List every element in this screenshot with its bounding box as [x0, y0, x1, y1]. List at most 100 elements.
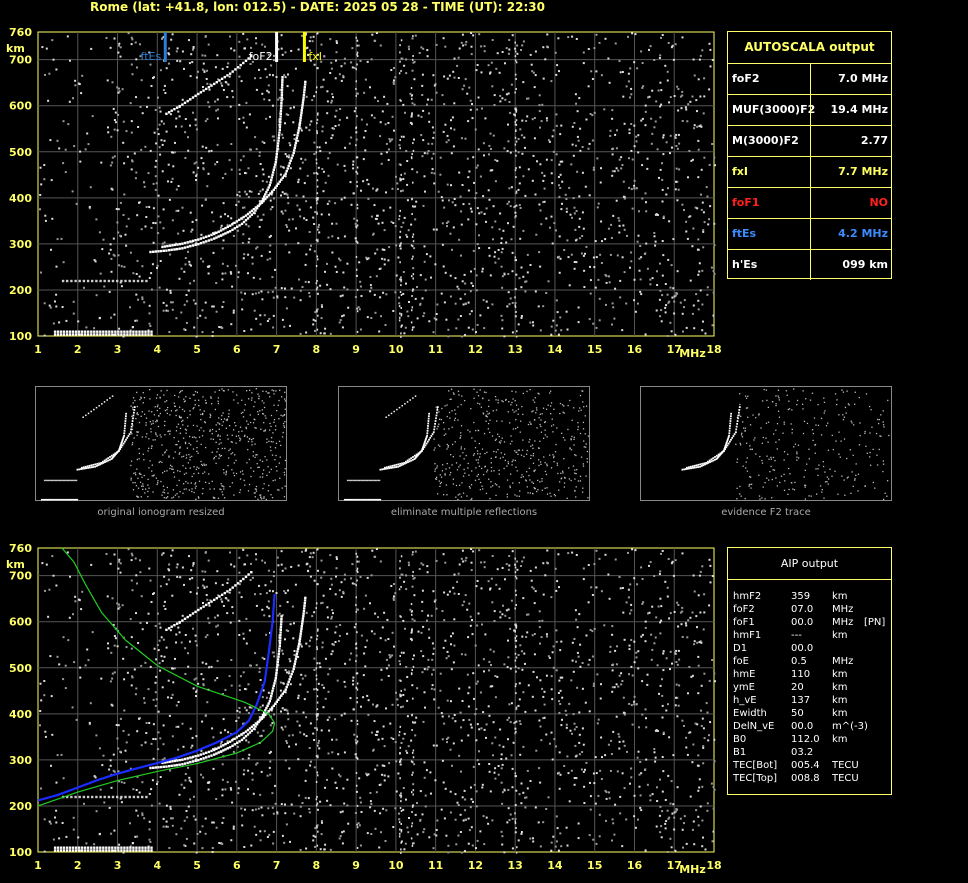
- aip-value: 005.4: [791, 760, 820, 771]
- x-tick-label: 12: [468, 859, 483, 872]
- aip-key: hmF2: [733, 591, 762, 602]
- autoscala-value: 19.4 MHz: [830, 103, 888, 116]
- aip-row: foE 0.5 MHz: [733, 655, 891, 668]
- x-tick-label: 5: [193, 859, 201, 872]
- ionogram-aip-chart: 1 2 3 4 5 6 7 8 9 10 11 12 13 14 15 16 17 181002003004005…: [6, 542, 722, 876]
- x-tick-label: 1: [34, 859, 42, 872]
- aip-value: 008.8: [791, 773, 820, 784]
- x-tick-label: 11: [428, 343, 443, 356]
- aip-row: TEC[Top] 008.8 TECU: [733, 772, 891, 785]
- aip-key: DelN_vE: [733, 721, 775, 732]
- autoscala-key: MUF(3000)F2: [732, 103, 816, 116]
- x-tick-label: 4: [153, 343, 161, 356]
- autoscala-key: M(3000)F2: [732, 134, 799, 147]
- thumbnail-caption-1: original ionogram resized: [97, 507, 225, 518]
- autoscala-key: h'Es: [732, 258, 758, 271]
- aip-row: TEC[Bot] 005.4 TECU: [733, 759, 891, 772]
- autoscala-key: foF2: [732, 72, 760, 85]
- y-tick-label: 300: [9, 238, 32, 251]
- y-tick-label: 100: [9, 330, 32, 343]
- thumbnail-3: [640, 386, 892, 501]
- aip-value: 00.0: [791, 617, 814, 628]
- x-tick-label: 3: [114, 859, 122, 872]
- aip-value: 50: [791, 708, 804, 719]
- aip-unit: MHz: [832, 604, 854, 615]
- aip-value: ---: [791, 630, 802, 641]
- x-tick-label: 16: [627, 343, 643, 356]
- aip-key: foE: [733, 656, 749, 667]
- aip-row: B1 03.2: [733, 746, 891, 759]
- aip-row: h_vE 137 km: [733, 694, 891, 707]
- autoscala-row: foF1 NO: [728, 188, 891, 219]
- trace-es-2: [61, 795, 148, 799]
- thumbnail-1: [35, 386, 287, 501]
- aip-row: hmF2 359 km: [733, 590, 891, 603]
- aip-unit: TECU: [832, 773, 859, 784]
- y-tick-label: 760: [9, 26, 32, 39]
- x-tick-label: 13: [508, 859, 523, 872]
- y-tick-label: 600: [9, 616, 32, 629]
- x-tick-label: 2: [74, 859, 82, 872]
- aip-value: 00.0: [791, 721, 814, 732]
- x-tick-label: 13: [508, 343, 523, 356]
- y-tick-label: 400: [9, 708, 32, 721]
- aip-key: ymE: [733, 682, 755, 693]
- aip-value: 20: [791, 682, 804, 693]
- trace-es-2: [61, 279, 148, 283]
- x-tick-label: 8: [313, 343, 321, 356]
- x-tick-label: 9: [352, 343, 360, 356]
- x-tick-label: 12: [468, 343, 483, 356]
- ionogram-autoscala-chart: ftEs foF2 fxI1 2 3 4 5 6 7 8 9 10 11 12 13 14 15 16 17 1810…: [6, 26, 722, 360]
- aip-key: TEC[Bot]: [733, 760, 778, 771]
- x-tick-label: 11: [428, 859, 443, 872]
- header-title: Rome (lat: +41.8, lon: 012.5) - DATE: 20…: [90, 0, 545, 14]
- thumbnail-caption-3: evidence F2 trace: [721, 507, 811, 518]
- autoscala-row: h'Es 099 km: [728, 250, 891, 280]
- autoscala-key: foF1: [732, 196, 760, 209]
- autoscala-row: ftEs 4.2 MHz: [728, 219, 891, 250]
- aip-unit: km: [832, 734, 848, 745]
- thumbnail-caption-2: eliminate multiple reflections: [390, 507, 538, 518]
- autoscala-value: 4.2 MHz: [838, 227, 888, 240]
- aip-title: AIP output: [728, 548, 891, 580]
- y-tick-label: 760: [9, 542, 32, 555]
- autoscala-value: 2.77: [860, 134, 888, 147]
- marker-fxI-label: fxI: [308, 50, 322, 63]
- aip-key: foF1: [733, 617, 755, 628]
- aip-value: 110: [791, 669, 811, 680]
- aip-panel: AIP output hmF2 359 km foF2 07.0 MHz foF1 00.0 M…: [727, 547, 892, 795]
- y-tick-label: 500: [9, 146, 32, 159]
- aip-value: 07.0: [791, 604, 814, 615]
- x-tick-label: 14: [547, 859, 563, 872]
- y-tick-label: 300: [9, 754, 32, 767]
- marker-ftEs-label: ftEs: [141, 50, 162, 63]
- x-tick-label: 2: [74, 343, 82, 356]
- aip-unit: TECU: [832, 760, 859, 771]
- aip-value: 00.0: [791, 643, 814, 654]
- x-tick-label: 6: [233, 343, 241, 356]
- y-tick-label: 100: [9, 846, 32, 859]
- aip-row: Ewidth 50 km: [733, 707, 891, 720]
- y-tick-label: 200: [9, 284, 32, 297]
- aip-unit: m^(-3): [832, 721, 868, 732]
- aip-unit: km: [832, 591, 848, 602]
- aip-key: Ewidth: [733, 708, 767, 719]
- marker-foF2-label: foF2: [249, 50, 273, 63]
- x-unit-label: MHz: [679, 863, 706, 876]
- aip-key: B1: [733, 747, 747, 758]
- x-tick-label: 1: [34, 343, 42, 356]
- aip-unit: km: [832, 630, 848, 641]
- autoscala-value: 7.0 MHz: [838, 72, 888, 85]
- x-tick-label: 9: [352, 859, 360, 872]
- autoscala-value: 099 km: [842, 258, 888, 271]
- aip-row: ymE 20 km: [733, 681, 891, 694]
- aip-value: 03.2: [791, 747, 814, 758]
- aip-unit: MHz: [832, 656, 854, 667]
- autoscala-key: ftEs: [732, 227, 757, 240]
- y-tick-label: 200: [9, 800, 32, 813]
- aip-unit: km: [832, 682, 848, 693]
- x-tick-label: 10: [388, 859, 404, 872]
- x-tick-label: 18: [706, 343, 721, 356]
- aip-key: foF2: [733, 604, 755, 615]
- x-tick-label: 6: [233, 859, 241, 872]
